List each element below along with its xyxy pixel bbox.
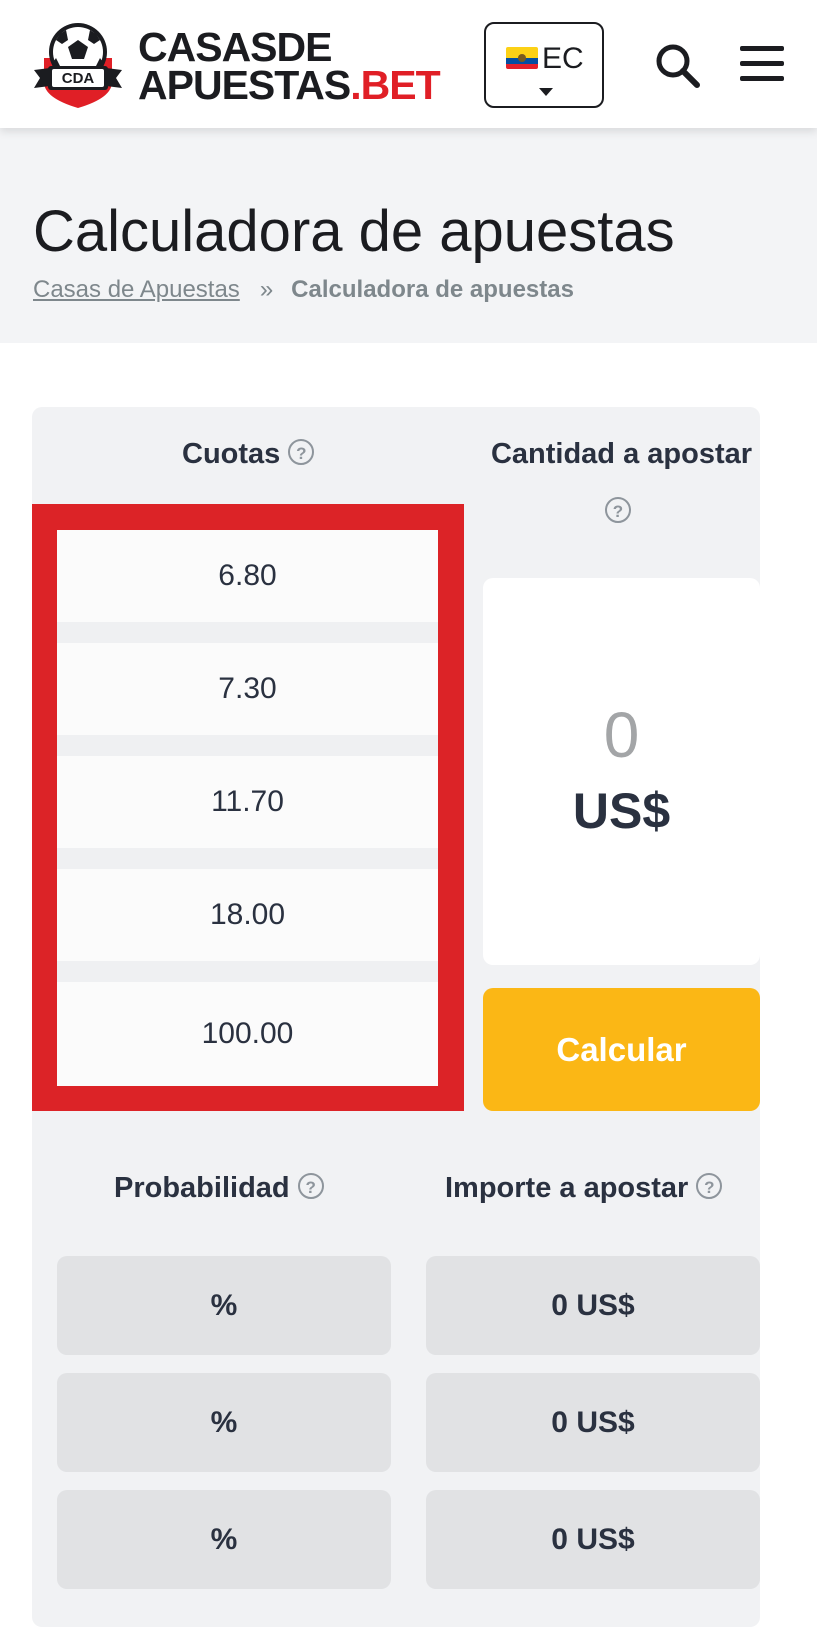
logo-badge-text: CDA [61, 70, 95, 87]
odds-input[interactable] [57, 869, 438, 961]
amount-result: 0 US$ [426, 1256, 760, 1355]
probability-result: % [57, 1490, 391, 1589]
stake-value: 0 [603, 699, 640, 771]
amount-result: 0 US$ [426, 1490, 760, 1589]
amount-result: 0 US$ [426, 1373, 760, 1472]
probability-label: Probabilidad? [114, 1172, 324, 1205]
page-title: Calculadora de apuestas [33, 199, 675, 264]
odds-input[interactable] [57, 756, 438, 848]
breadcrumb-current: Calculadora de apuestas [291, 276, 574, 303]
logo-line-2: APUESTAS.BET [138, 65, 441, 106]
soccer-ball-shield-icon [34, 23, 122, 108]
odds-divider [57, 735, 438, 756]
odds-divider [57, 622, 438, 643]
help-icon[interactable]: ? [696, 1173, 723, 1200]
country-code: EC [542, 42, 584, 75]
help-icon[interactable]: ? [605, 497, 631, 523]
amount-label-text: Importe a apostar [445, 1172, 689, 1204]
site-header: CDA CASASDE APUESTAS.BET EC [0, 0, 817, 128]
odds-input[interactable] [57, 530, 438, 622]
site-logo-badge[interactable]: CDA [30, 20, 126, 110]
help-icon[interactable]: ? [288, 439, 315, 466]
search-icon[interactable] [652, 40, 704, 92]
logo-word-apuestas: APUESTAS [138, 62, 351, 108]
stake-label-text: Cantidad a apostar [490, 438, 753, 470]
stake-currency: US$ [572, 783, 671, 839]
chevron-down-icon [539, 88, 553, 96]
help-icon[interactable]: ? [297, 1173, 324, 1200]
odds-label-text: Cuotas [182, 438, 281, 470]
odds-divider [57, 848, 438, 869]
site-logo-wordmark[interactable]: CASASDE APUESTAS.BET [138, 27, 441, 106]
calculate-button[interactable]: Calcular [483, 988, 760, 1111]
breadcrumb: Casas de Apuestas » Calculadora de apuesta… [33, 276, 574, 304]
ecuador-flag-icon [506, 47, 538, 69]
odds-label: Cuotas? [182, 438, 315, 471]
odds-input[interactable] [57, 982, 438, 1086]
odds-inputs [57, 530, 438, 1086]
logo-line-1: CASASDE [138, 27, 440, 68]
country-selector[interactable]: EC [484, 22, 604, 108]
stake-label: Cantidad a apostar [483, 438, 760, 471]
stake-input[interactable]: 0 US$ [483, 578, 760, 965]
page-header: Calculadora de apuestas Casas de Apuesta… [0, 128, 817, 343]
amount-label: Importe a apostar? [445, 1172, 723, 1205]
probability-label-text: Probabilidad [114, 1172, 290, 1204]
probability-result: % [57, 1373, 391, 1472]
odds-input[interactable] [57, 643, 438, 735]
hamburger-menu-icon[interactable] [738, 42, 788, 86]
breadcrumb-home-link[interactable]: Casas de Apuestas [33, 276, 240, 303]
logo-word-bet: .BET [350, 62, 440, 108]
odds-divider [57, 961, 438, 982]
breadcrumb-separator: » [259, 276, 274, 303]
probability-result: % [57, 1256, 391, 1355]
